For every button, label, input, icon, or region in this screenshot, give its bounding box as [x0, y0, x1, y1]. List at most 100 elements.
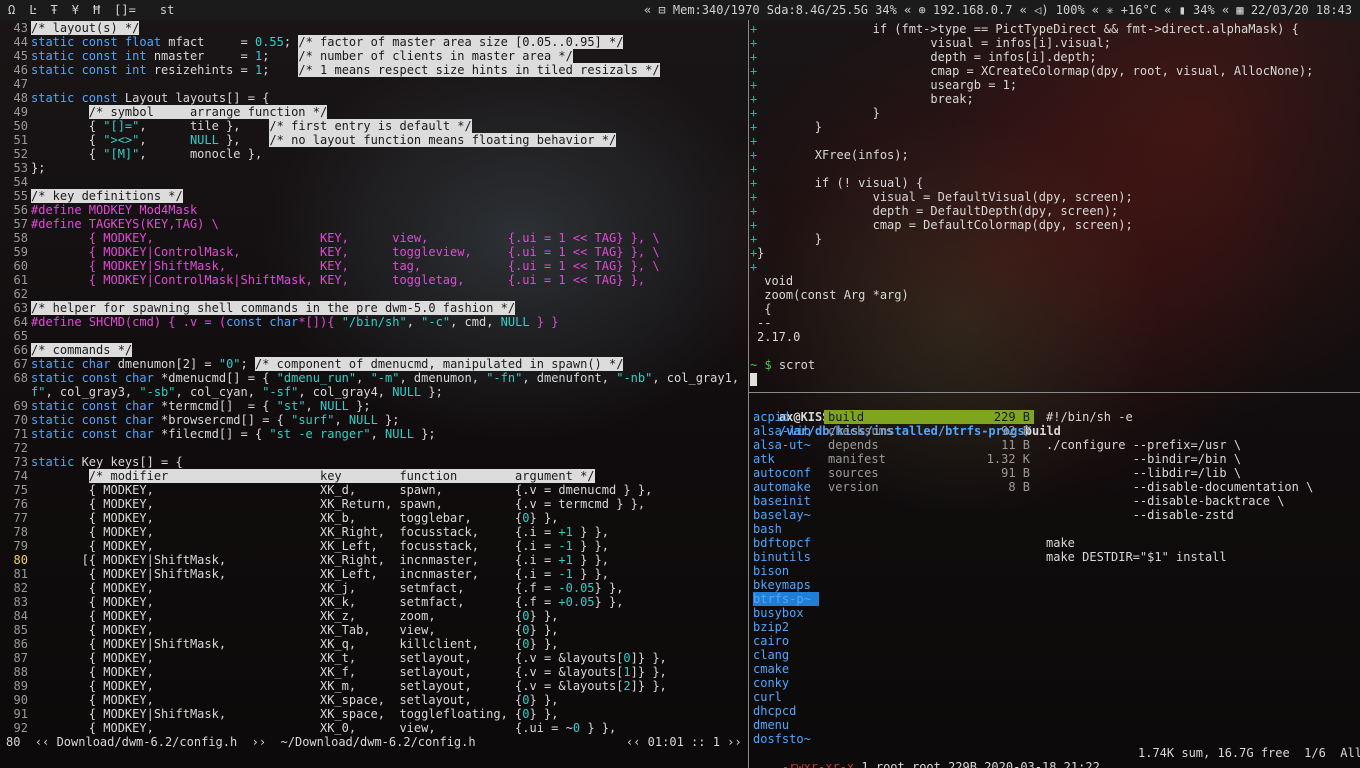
file-permissions: -rwxr-xr-x	[781, 760, 855, 768]
file-name: manifest	[828, 452, 886, 466]
directory-entry[interactable]: dhcpcd	[753, 704, 819, 718]
diff-line: + if (! visual) {	[750, 176, 1360, 190]
current-directory-list[interactable]: build 229 Bchecksums 92 Bdepends 11 Bmanife…	[824, 410, 1034, 494]
workspace-tag[interactable]: Ħ	[93, 0, 100, 20]
code-token: , tile },	[139, 119, 270, 133]
diff-line: +	[750, 134, 1360, 148]
diff-line: zoom(const Arg *arg)	[750, 288, 1360, 302]
code-token: "st -e ranger"	[269, 427, 371, 441]
directory-entry[interactable]: alsa-lib	[753, 424, 819, 438]
code-token: 0	[572, 721, 581, 735]
file-entry[interactable]: version 8 B	[824, 480, 1034, 494]
code-token: #define SHCMD(cmd) { .v = (	[31, 315, 227, 329]
file-entry[interactable]: checksums 92 B	[824, 424, 1034, 438]
workspace-tag[interactable]: Ω	[8, 0, 15, 20]
directory-entry[interactable]: atk	[753, 452, 819, 466]
directory-entry[interactable]: baselay~	[753, 508, 819, 522]
code-token: { MODKEY|ControlMask, KEY, toggleview, {…	[31, 245, 660, 259]
code-line: 72	[0, 441, 748, 455]
editor-pane[interactable]: 43/* layout(s) */44 static const float mf…	[0, 20, 748, 768]
file-manager-pane[interactable]: ax@KISS /var/db/kiss/installed/btrfs-pro…	[750, 396, 1360, 768]
diff-text: }	[757, 120, 823, 134]
line-number: 61	[13, 273, 28, 287]
directory-entry[interactable]: conky	[753, 676, 819, 690]
directory-entry[interactable]: btrfs-p~	[753, 592, 819, 606]
line-number: 47	[13, 77, 28, 91]
diff-line: + }	[750, 120, 1360, 134]
editor-status-left: 80 ‹‹ Download/dwm-6.2/config.h ›› ~/Dow…	[6, 735, 476, 749]
directory-entry[interactable]: bkeymaps	[753, 578, 819, 592]
directory-entry[interactable]: cmake	[753, 662, 819, 676]
code-token: } },	[572, 553, 609, 567]
code-token: } }	[529, 315, 559, 329]
code-token: [{ MODKEY|ShiftMask, XK_Right, incnmaste…	[31, 553, 559, 567]
code-token: Key keys[] = {	[81, 455, 183, 469]
line-number: 84	[13, 609, 28, 623]
workspace-tag[interactable]: Ŀ	[29, 0, 36, 20]
directory-entry[interactable]: cairo	[753, 634, 819, 648]
code-token: static const	[31, 91, 125, 105]
directory-entry[interactable]: baseinit	[753, 494, 819, 508]
directory-entry[interactable]: automake	[753, 480, 819, 494]
file-entry[interactable]: build 229 B	[824, 410, 1034, 424]
line-number: 48	[13, 91, 28, 105]
nnn-header: ax@KISS /var/db/kiss/installed/btrfs-pro…	[750, 396, 1360, 438]
directory-entry[interactable]: clang	[753, 648, 819, 662]
status-text: « ⊟ Mem:340/1970 Sda:8.4G/25.5G 34% « ⊕ …	[643, 3, 1352, 17]
code-line: 75 { MODKEY, XK_d, spawn, {.v = dmenucmd…	[0, 483, 748, 497]
line-number: 87	[13, 651, 28, 665]
diff-line: --	[750, 316, 1360, 330]
code-editor[interactable]: 43/* layout(s) */44 static const float mf…	[0, 21, 748, 735]
code-token: { MODKEY, XK_Tab, view, {	[31, 623, 523, 637]
code-token: { MODKEY, XK_k, setmfact, {.f =	[31, 595, 559, 609]
file-name: version	[828, 480, 879, 494]
directory-entry[interactable]: bzip2	[753, 620, 819, 634]
directory-entry[interactable]: bash	[753, 522, 819, 536]
directory-entry[interactable]: acpid	[753, 410, 819, 424]
code-line: 53};	[0, 161, 748, 175]
code-token: "dmenu_run"	[276, 371, 357, 385]
directory-entry[interactable]: curl	[753, 690, 819, 704]
workspace-tag[interactable]: []=	[114, 0, 136, 20]
code-token: , col_gray1,	[652, 371, 747, 385]
code-token: } },	[572, 539, 609, 553]
code-token: };	[413, 427, 436, 441]
code-token: resizehints =	[153, 63, 255, 77]
code-token: /* symbol arrange function */	[88, 105, 328, 119]
directory-entry[interactable]: bison	[753, 564, 819, 578]
shell-prompt[interactable]: ~ $ scrot	[750, 358, 1360, 372]
code-token: { MODKEY, XK_0, view, {.ui = ~	[31, 721, 573, 735]
line-number: 68	[13, 371, 28, 385]
parent-directory-list[interactable]: acpid alsa-lib alsa-ut~ atk autoconf automake…	[753, 410, 819, 746]
code-token: , col_gray3,	[45, 385, 140, 399]
diff-marker: +	[750, 92, 758, 106]
workspace-tag[interactable]: ¥	[72, 0, 79, 20]
directory-entry[interactable]: dosfsto~	[753, 732, 819, 746]
code-token: , col_gray4,	[298, 385, 393, 399]
file-entry[interactable]: sources 91 B	[824, 466, 1034, 480]
line-number: 70	[13, 413, 28, 427]
code-line: 50 { "[]=", tile }, /* first entry is de…	[0, 119, 748, 133]
window-title: st	[159, 3, 175, 17]
line-number: 86	[13, 637, 28, 651]
code-line: 77 { MODKEY, XK_b, togglebar, {0} },	[0, 511, 748, 525]
code-token: /* number of clients in master area */	[298, 49, 573, 63]
directory-entry[interactable]: binutils	[753, 550, 819, 564]
code-token: static const	[31, 63, 125, 77]
workspace-tag[interactable]: Ŧ	[50, 0, 57, 20]
code-token: , dmenumon,	[399, 371, 487, 385]
file-entry[interactable]: manifest 1.32 K	[824, 452, 1034, 466]
directory-entry[interactable]: busybox	[753, 606, 819, 620]
directory-entry[interactable]: autoconf	[753, 466, 819, 480]
diff-line: + depth = infos[i].depth;	[750, 50, 1360, 64]
directory-entry[interactable]: alsa-ut~	[753, 438, 819, 452]
diff-line: + if (fmt->type == PictTypeDirect && fmt…	[750, 22, 1360, 36]
directory-entry[interactable]: dmenu	[753, 718, 819, 732]
code-line: 90 { MODKEY, XK_space, setlayout, {0} },	[0, 693, 748, 707]
directory-entry[interactable]: bdftopcf	[753, 536, 819, 550]
diff-text: 2.17.0	[757, 330, 801, 344]
terminal-pane[interactable]: + if (fmt->type == PictTypeDirect && fmt…	[750, 22, 1360, 392]
file-entry[interactable]: depends 11 B	[824, 438, 1034, 452]
code-token: } },	[529, 637, 559, 651]
line-number: 54	[13, 175, 28, 189]
